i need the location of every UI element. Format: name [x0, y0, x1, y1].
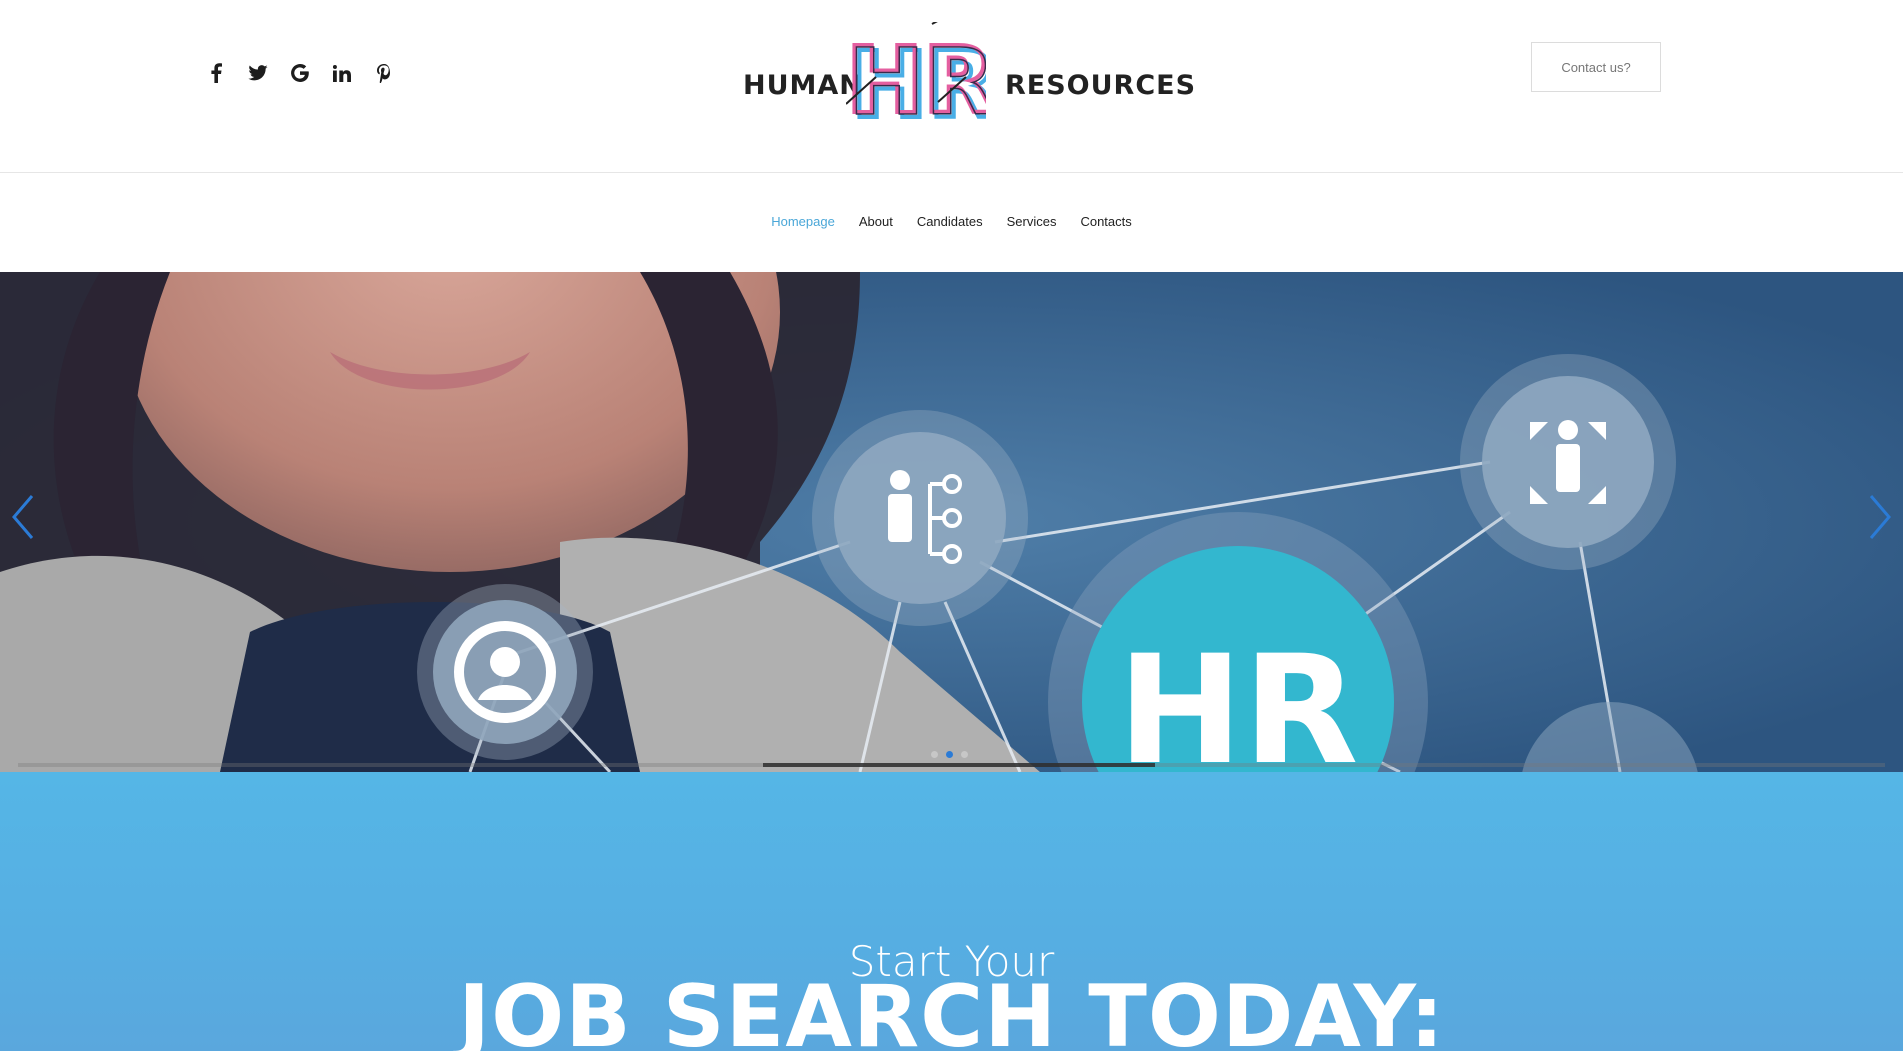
social-links: [206, 62, 394, 84]
nav-item-about[interactable]: About: [859, 214, 893, 231]
logo-left-word: HUMAN: [743, 70, 863, 101]
nav-item-contacts[interactable]: Contacts: [1080, 214, 1131, 231]
slider-progress-track: [18, 763, 1885, 767]
google-icon[interactable]: [290, 62, 310, 84]
nav-item-homepage[interactable]: Homepage: [771, 214, 835, 231]
main-nav: Homepage About Candidates Services Conta…: [0, 173, 1903, 272]
slider-next-arrow[interactable]: [1865, 492, 1895, 542]
job-search-section: Start Your JOB SEARCH TODAY:: [0, 772, 1903, 1051]
facebook-icon[interactable]: [206, 62, 226, 84]
slider-dot-2[interactable]: [946, 751, 953, 758]
hero-hr-text: HR: [1117, 624, 1358, 772]
contact-us-button[interactable]: Contact us?: [1531, 42, 1661, 92]
nav-item-candidates[interactable]: Candidates: [917, 214, 983, 231]
svg-text:HR: HR: [848, 29, 986, 122]
slider-dots: [931, 751, 968, 758]
slider-dot-1[interactable]: [931, 751, 938, 758]
site-logo[interactable]: HUMAN HR HR HR RESOURCES: [740, 22, 1195, 122]
hero-slider[interactable]: HR: [0, 272, 1903, 772]
slider-dot-3[interactable]: [961, 751, 968, 758]
logo-monogram: HR HR HR: [846, 22, 986, 122]
linkedin-icon[interactable]: [332, 62, 352, 84]
nav-item-services[interactable]: Services: [1007, 214, 1057, 231]
slider-prev-arrow[interactable]: [8, 492, 38, 542]
logo-right-word: RESOURCES: [1005, 70, 1197, 101]
site-header: HUMAN HR HR HR RESOURCES Contact us?: [0, 0, 1903, 173]
hero-image: HR: [0, 272, 1903, 772]
slider-progress-fill: [763, 763, 1155, 767]
pinterest-icon[interactable]: [374, 62, 394, 84]
cta-title: JOB SEARCH TODAY:: [458, 967, 1445, 1051]
twitter-icon[interactable]: [248, 62, 268, 84]
